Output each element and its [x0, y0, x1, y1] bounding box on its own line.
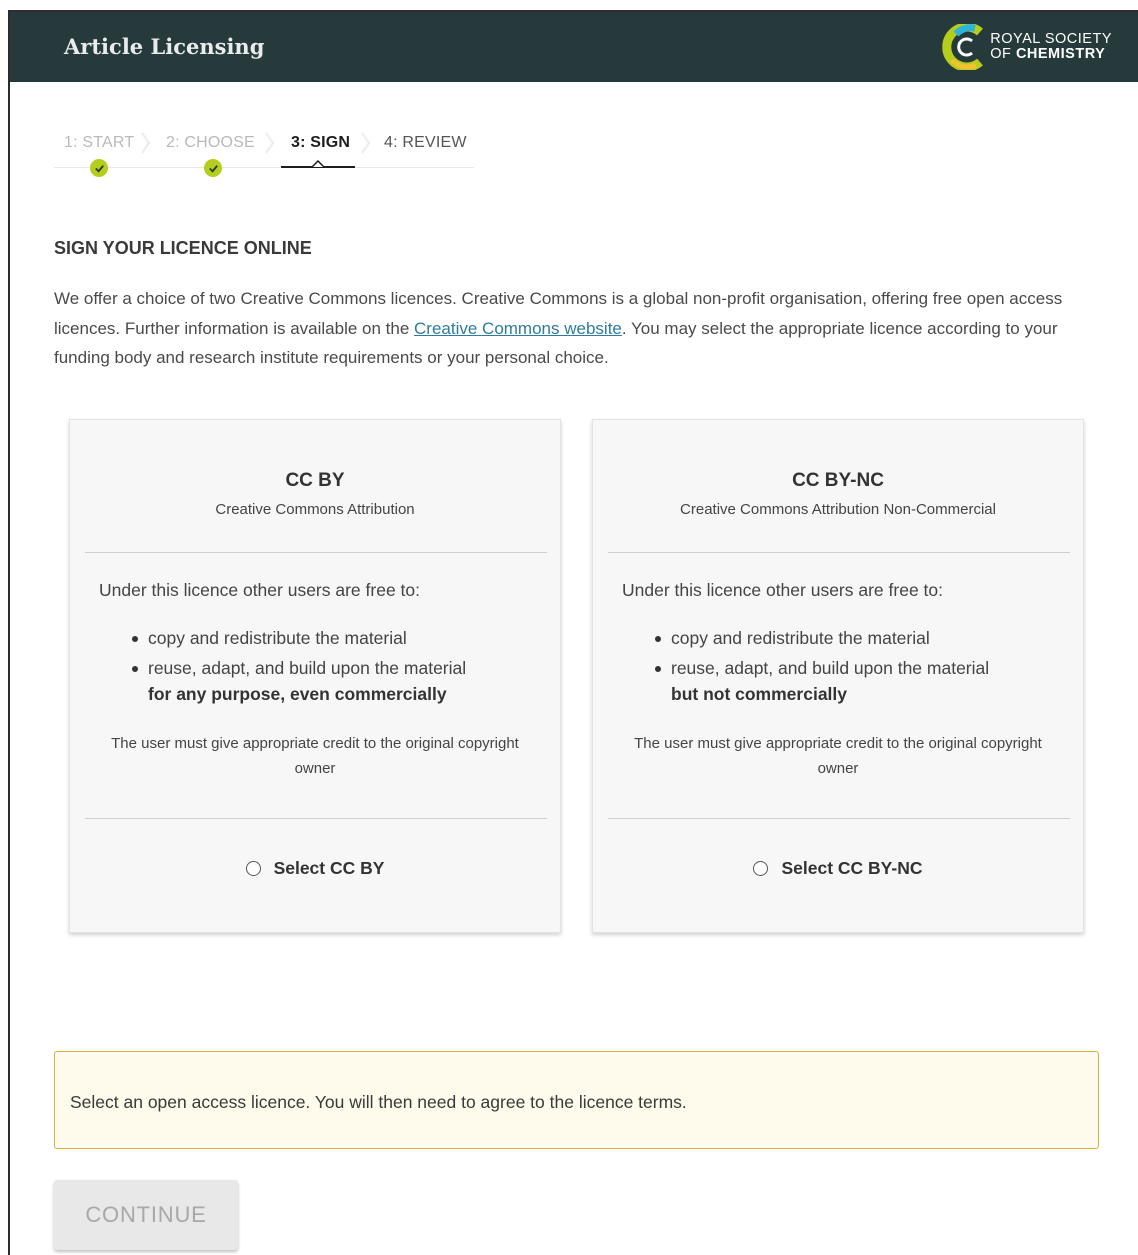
section-title: SIGN YOUR LICENCE ONLINE	[54, 238, 312, 258]
rsc-logo[interactable]: ROYAL SOCIETY OF CHEMISTRY	[942, 22, 1112, 72]
logo-text: ROYAL SOCIETY OF CHEMISTRY	[990, 32, 1112, 62]
creative-commons-link[interactable]: Creative Commons website	[414, 319, 622, 338]
intro-paragraph: We offer a choice of two Creative Common…	[54, 284, 1114, 373]
progress-steps: 1: START 2: CHOOSE 3: SIGN 4: REVIEW	[54, 130, 476, 177]
rsc-logo-icon	[942, 24, 984, 70]
chevron-right-icon	[141, 132, 151, 154]
check-icon	[204, 159, 222, 177]
select-cc-by-label[interactable]: Select CC BY	[274, 858, 385, 879]
card-divider	[85, 552, 547, 553]
licence-lead: Under this licence other users are free …	[99, 580, 420, 600]
step-review: 4: REVIEW	[384, 134, 467, 151]
list-item: reuse, adapt, and build upon the materia…	[655, 654, 989, 684]
licence-title: CC BY	[285, 470, 345, 491]
step-sign: 3: SIGN	[291, 134, 351, 151]
licence-permissions: copy and redistribute the material reuse…	[132, 624, 466, 683]
list-item: copy and redistribute the material	[132, 624, 466, 654]
licence-credit-note: The user must give appropriate credit to…	[111, 735, 519, 777]
card-divider	[85, 818, 547, 819]
licence-emphasis: but not commercially	[671, 684, 848, 704]
step-start[interactable]: 1: START	[64, 134, 134, 152]
step-choose[interactable]: 2: CHOOSE	[166, 134, 255, 152]
app-header: Article Licensing ROYAL SOCIETY OF CHEMI…	[10, 12, 1138, 82]
licence-subtitle: Creative Commons Attribution	[215, 501, 415, 518]
list-item: reuse, adapt, and build upon the materia…	[132, 654, 466, 684]
select-cc-by-option[interactable]: Select CC BY	[70, 858, 560, 879]
licence-lead: Under this licence other users are free …	[622, 580, 943, 600]
licence-title: CC BY-NC	[792, 470, 884, 491]
app-title: Article Licensing	[64, 34, 265, 59]
licence-credit-note: The user must give appropriate credit to…	[634, 735, 1042, 777]
licence-card-cc-by-nc: CC BY-NC Creative Commons Attribution No…	[592, 419, 1084, 933]
info-notice: Select an open access licence. You will …	[54, 1051, 1099, 1149]
check-icon	[90, 159, 108, 177]
licence-card-cc-by: CC BY Creative Commons Attribution Under…	[69, 419, 561, 933]
notice-text: Select an open access licence. You will …	[70, 1092, 687, 1112]
logo-line-2-bold: CHEMISTRY	[1015, 46, 1106, 62]
list-item: copy and redistribute the material	[655, 624, 989, 654]
card-divider	[608, 818, 1070, 819]
select-cc-by-nc-label[interactable]: Select CC BY-NC	[781, 858, 922, 879]
select-cc-by-nc-option[interactable]: Select CC BY-NC	[593, 858, 1083, 879]
chevron-right-icon	[361, 132, 371, 154]
card-divider	[608, 552, 1070, 553]
logo-line-1: ROYAL SOCIETY	[990, 31, 1112, 47]
licence-permissions: copy and redistribute the material reuse…	[655, 624, 989, 683]
logo-line-2-prefix: OF	[990, 46, 1016, 62]
licence-emphasis: for any purpose, even commercially	[148, 684, 447, 704]
radio-cc-by[interactable]	[245, 861, 261, 876]
chevron-right-icon	[265, 132, 275, 154]
continue-button[interactable]: CONTINUE	[54, 1180, 238, 1250]
logo-line-2: OF CHEMISTRY	[990, 47, 1112, 62]
steps-baseline	[54, 167, 474, 168]
radio-cc-by-nc[interactable]	[753, 861, 769, 876]
caret-up-icon	[312, 160, 324, 168]
licence-subtitle: Creative Commons Attribution Non-Commerc…	[680, 501, 996, 518]
